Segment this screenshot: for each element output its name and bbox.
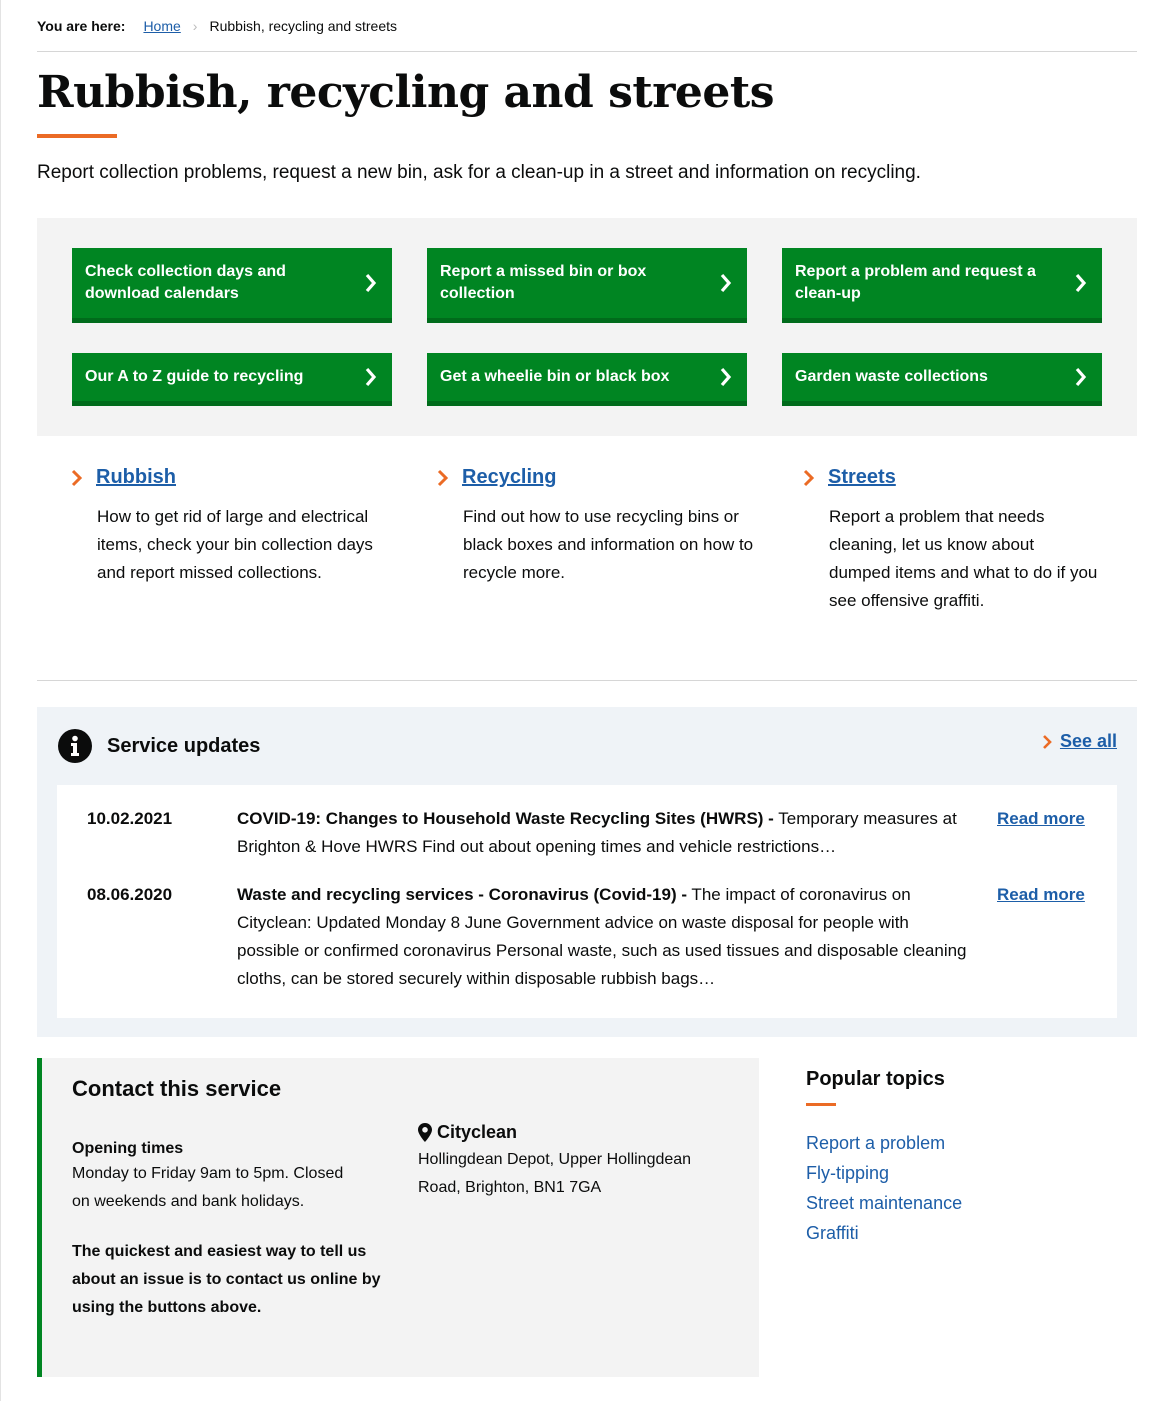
breadcrumb-current: Rubbish, recycling and streets: [209, 17, 398, 34]
topic-streets: Streets Report a problem that needs clea…: [803, 466, 1099, 615]
topic-description: Find out how to use recycling bins or bl…: [463, 507, 754, 582]
chevron-right-icon: [1075, 273, 1087, 293]
topic-description: How to get rid of large and electrical i…: [97, 507, 373, 582]
chevron-right-icon: [1043, 734, 1052, 749]
contact-service-panel: Contact this service Opening times Monda…: [37, 1058, 759, 1377]
info-icon: [58, 729, 92, 763]
list-item: Report a problem: [806, 1128, 1106, 1158]
garden-waste-button[interactable]: Garden waste collections: [782, 353, 1102, 406]
popular-topics: Popular topics Report a problem Fly-tipp…: [806, 1068, 1106, 1248]
service-updates: Service updates See all 10.02.2021 COVID…: [37, 707, 1137, 1037]
read-more-link[interactable]: Read more: [997, 881, 1085, 909]
popular-topics-list: Report a problem Fly-tipping Street main…: [806, 1128, 1106, 1248]
update-date: 10.02.2021: [87, 809, 173, 828]
contact-title: Contact this service: [72, 1076, 282, 1101]
topic-recycling: Recycling Find out how to use recycling …: [437, 466, 763, 587]
report-problem-cleanup-button[interactable]: Report a problem and request a clean-up: [782, 248, 1102, 323]
address-text: Hollingdean Depot, Upper Hollingdean Roa…: [418, 1151, 692, 1196]
chevron-right-icon: [365, 273, 377, 293]
update-text: Waste and recycling services - Coronavir…: [237, 881, 967, 993]
list-item: Fly-tipping: [806, 1158, 1106, 1188]
topic-streets-link[interactable]: Streets: [828, 466, 896, 489]
read-more-link[interactable]: Read more: [997, 805, 1085, 833]
action-buttons-panel: Check collection days and download calen…: [37, 218, 1137, 436]
topic-recycling-link[interactable]: Recycling: [462, 466, 556, 489]
button-label: Report a missed bin or box collection: [440, 263, 647, 302]
report-missed-bin-button[interactable]: Report a missed bin or box collection: [427, 248, 747, 323]
button-label: Report a problem and request a clean-up: [795, 263, 1036, 302]
popular-topics-title: Popular topics: [806, 1068, 945, 1090]
title-accent-bar: [37, 134, 117, 138]
see-all-link[interactable]: See all: [1060, 731, 1117, 752]
update-headline: Waste and recycling services - Coronavir…: [237, 885, 688, 904]
updates-list: 10.02.2021 COVID-19: Changes to Househol…: [57, 785, 1117, 1018]
button-label: Check collection days and download calen…: [85, 263, 286, 302]
popular-link-fly-tipping[interactable]: Fly-tipping: [806, 1163, 889, 1183]
popular-topics-accent-bar: [806, 1103, 836, 1106]
button-label: Our A to Z guide to recycling: [85, 368, 304, 385]
topic-rubbish-link[interactable]: Rubbish: [96, 466, 176, 489]
contact-quick-text: The quickest and easiest way to tell us …: [72, 1243, 381, 1316]
a-to-z-recycling-button[interactable]: Our A to Z guide to recycling: [72, 353, 392, 406]
page-container: You are here: Home › Rubbish, recycling …: [37, 0, 1137, 1377]
popular-link-graffiti[interactable]: Graffiti: [806, 1223, 859, 1243]
chevron-right-icon: [720, 273, 732, 293]
opening-times: Opening times Monday to Friday 9am to 5p…: [72, 1138, 362, 1216]
page-title: Rubbish, recycling and streets: [37, 67, 774, 118]
popular-link-report-problem[interactable]: Report a problem: [806, 1133, 945, 1153]
location-name: Cityclean: [437, 1122, 518, 1142]
chevron-right-icon: [720, 367, 732, 387]
check-collection-days-button[interactable]: Check collection days and download calen…: [72, 248, 392, 323]
opening-times-text: Monday to Friday 9am to 5pm. Closed on w…: [72, 1165, 344, 1210]
chevron-right-icon: [365, 367, 377, 387]
chevron-right-icon: [71, 469, 83, 486]
button-label: Get a wheelie bin or black box: [440, 368, 670, 385]
breadcrumb: You are here: Home › Rubbish, recycling …: [37, 0, 1137, 52]
button-label: Garden waste collections: [795, 368, 988, 385]
get-wheelie-bin-button[interactable]: Get a wheelie bin or black box: [427, 353, 747, 406]
chevron-right-icon: [803, 469, 815, 486]
opening-times-heading: Opening times: [72, 1140, 184, 1157]
breadcrumb-separator-icon: ›: [192, 17, 198, 34]
topic-description: Report a problem that needs cleaning, le…: [829, 507, 1098, 610]
popular-link-street-maintenance[interactable]: Street maintenance: [806, 1193, 962, 1213]
update-date: 08.06.2020: [87, 885, 173, 904]
chevron-right-icon: [1075, 367, 1087, 387]
update-text: COVID-19: Changes to Household Waste Rec…: [237, 805, 967, 861]
breadcrumb-home-link[interactable]: Home: [143, 18, 180, 34]
breadcrumb-label: You are here:: [37, 17, 126, 34]
see-all: See all: [1042, 731, 1117, 752]
page-intro: Report collection problems, request a ne…: [37, 162, 921, 183]
topic-rubbish: Rubbish How to get rid of large and elec…: [71, 466, 397, 587]
update-headline: COVID-19: Changes to Household Waste Rec…: [237, 809, 774, 828]
chevron-right-icon: [437, 469, 449, 486]
service-updates-title: Service updates: [107, 734, 261, 757]
contact-address: Cityclean Hollingdean Depot, Upper Holli…: [418, 1118, 718, 1202]
topics-section: Rubbish How to get rid of large and elec…: [37, 436, 1137, 681]
list-item: Graffiti: [806, 1218, 1106, 1248]
list-item: Street maintenance: [806, 1188, 1106, 1218]
map-pin-icon: [418, 1122, 432, 1142]
